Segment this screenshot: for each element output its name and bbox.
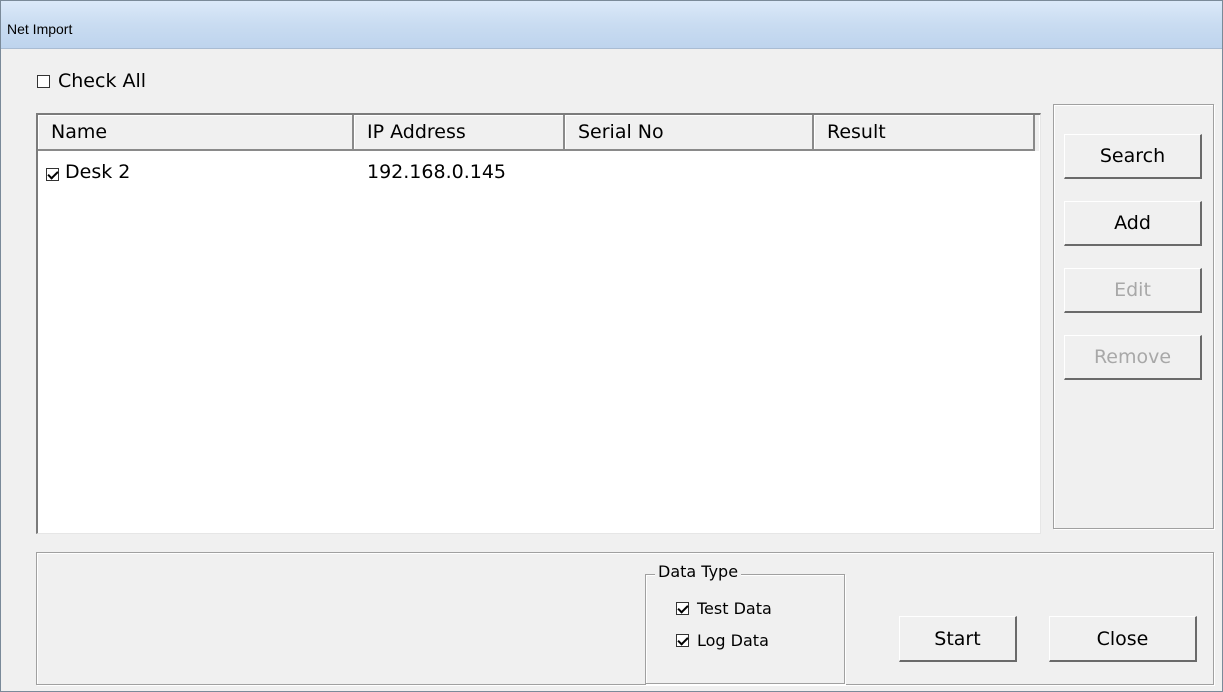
test-data-label: Test Data	[697, 599, 772, 618]
data-type-group: Data Type Test Data Log Data	[645, 562, 845, 684]
log-data-checkbox[interactable]: Log Data	[676, 631, 769, 650]
close-button[interactable]: Close	[1049, 616, 1197, 662]
column-header-serial-no[interactable]: Serial No	[565, 115, 814, 151]
row-name-cell: Desk 2	[46, 161, 130, 183]
table-row[interactable]: Desk 2 192.168.0.145	[38, 155, 1038, 185]
net-import-window: Net Import Check All Name IP Address Ser…	[0, 0, 1223, 692]
data-type-legend: Data Type	[655, 562, 742, 581]
log-data-label: Log Data	[697, 631, 769, 650]
title-bar[interactable]: Net Import	[1, 1, 1222, 49]
window-title: Net Import	[7, 21, 73, 37]
bottom-panel	[36, 552, 1214, 685]
row-ip-address: 192.168.0.145	[367, 161, 507, 183]
list-header: Name IP Address Serial No Result	[38, 115, 1039, 151]
check-all-label: Check All	[58, 70, 147, 92]
test-data-check-icon[interactable]	[676, 602, 689, 615]
edit-button[interactable]: Edit	[1064, 268, 1202, 313]
column-header-result[interactable]: Result	[814, 115, 1035, 151]
test-data-checkbox[interactable]: Test Data	[676, 599, 772, 618]
row-checkbox-icon[interactable]	[46, 167, 59, 181]
column-header-name[interactable]: Name	[38, 115, 354, 151]
search-button[interactable]: Search	[1064, 134, 1202, 179]
check-all-box-icon[interactable]	[37, 74, 50, 88]
log-data-check-icon[interactable]	[676, 634, 689, 647]
check-all-checkbox[interactable]: Check All	[37, 69, 146, 93]
start-button[interactable]: Start	[899, 616, 1017, 662]
device-list[interactable]: Name IP Address Serial No Result Desk 2 …	[36, 113, 1041, 534]
column-header-ip-address[interactable]: IP Address	[354, 115, 565, 151]
add-button[interactable]: Add	[1064, 201, 1202, 246]
row-name: Desk 2	[65, 161, 131, 183]
remove-button[interactable]: Remove	[1064, 335, 1202, 380]
